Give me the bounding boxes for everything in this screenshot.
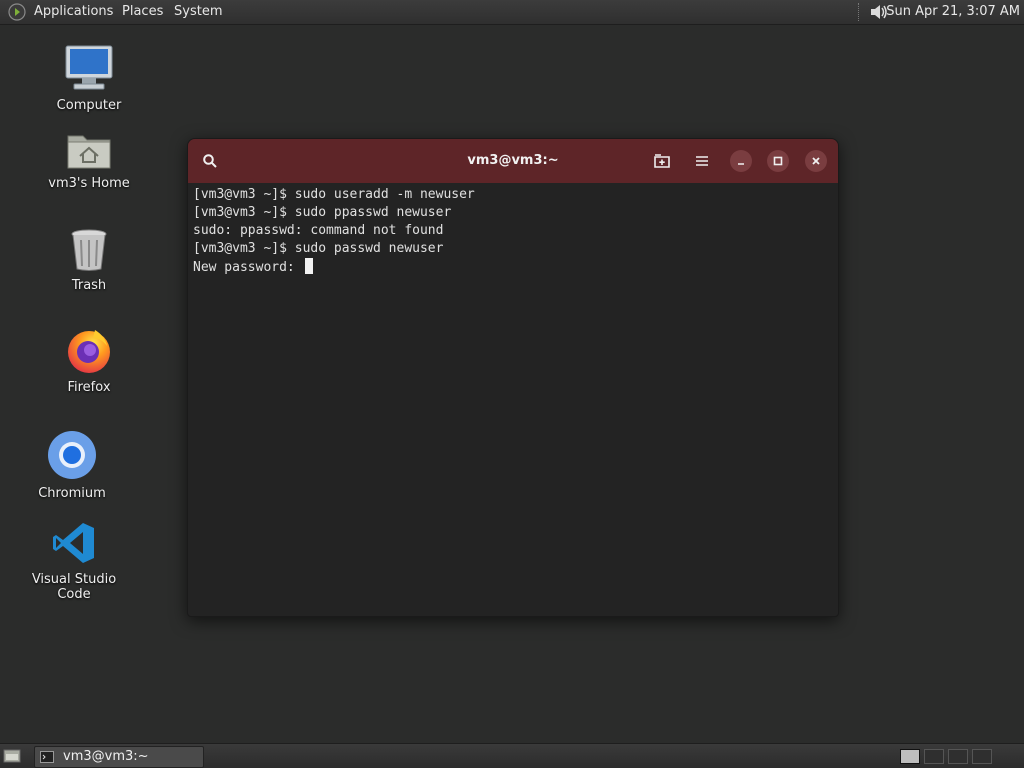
top-panel: Applications Places System Sun Apr 21, 3… xyxy=(0,0,1024,25)
terminal-line: sudo: ppasswd: command not found xyxy=(193,223,444,238)
terminal-window[interactable]: vm3@vm3:~ [vm3@vm3 ~]$ sudo useradd -m n… xyxy=(187,138,839,617)
workspace-4[interactable] xyxy=(972,749,992,764)
close-button[interactable] xyxy=(805,150,827,172)
applications-menu-icon[interactable] xyxy=(8,3,26,21)
terminal-line: [vm3@vm3 ~]$ sudo passwd newuser xyxy=(193,241,444,256)
desktop-icon-label: Computer xyxy=(56,98,122,113)
clock[interactable]: Sun Apr 21, 3:07 AM xyxy=(886,0,1020,24)
bottom-panel: vm3@vm3:~ xyxy=(0,743,1024,768)
new-tab-button[interactable] xyxy=(651,150,673,172)
desktop-icon-label: Firefox xyxy=(67,380,111,395)
workspace-2[interactable] xyxy=(924,749,944,764)
new-tab-icon xyxy=(654,154,670,168)
taskbar-item-label: vm3@vm3:~ xyxy=(63,749,149,764)
minimize-button[interactable] xyxy=(730,150,752,172)
places-menu[interactable]: Places xyxy=(122,0,163,24)
vscode-icon xyxy=(53,523,94,563)
desktop-icon-computer[interactable]: Computer xyxy=(29,44,149,113)
taskbar-item-terminal[interactable]: vm3@vm3:~ xyxy=(34,746,204,768)
maximize-icon xyxy=(773,156,783,166)
chromium-icon xyxy=(48,431,96,479)
password-prompt: New password: xyxy=(193,260,303,275)
terminal-line: [vm3@vm3 ~]$ sudo useradd -m newuser xyxy=(193,187,475,202)
terminal-cursor xyxy=(304,258,313,274)
terminal-headerbar[interactable]: vm3@vm3:~ xyxy=(188,139,838,183)
terminal-line: [vm3@vm3 ~]$ sudo ppasswd newuser xyxy=(193,205,452,220)
minimize-icon xyxy=(738,163,744,165)
desktop-icon-vscode[interactable]: Visual Studio Code xyxy=(14,520,134,602)
desktop-icon-label: vm3's Home xyxy=(48,176,130,191)
hamburger-menu-button[interactable] xyxy=(691,150,713,172)
hamburger-menu-icon xyxy=(696,156,708,166)
terminal-prompt-line[interactable]: New password: xyxy=(193,258,833,277)
desktop-icon-home[interactable]: vm3's Home xyxy=(29,128,149,191)
close-icon xyxy=(812,157,820,165)
desktop-icon-trash[interactable]: Trash xyxy=(29,228,149,293)
desktop-icon-firefox[interactable]: Firefox xyxy=(29,326,149,395)
computer-icon xyxy=(65,45,113,90)
workspace-3[interactable] xyxy=(948,749,968,764)
show-desktop-icon[interactable] xyxy=(3,748,21,764)
home-folder-icon xyxy=(67,135,111,169)
desktop-icon-chromium[interactable]: Chromium xyxy=(12,430,132,501)
terminal-icon xyxy=(40,751,54,763)
firefox-icon xyxy=(68,330,110,373)
maximize-button[interactable] xyxy=(767,150,789,172)
desktop-icon-label: Visual Studio Code xyxy=(31,572,117,602)
workspace-1[interactable] xyxy=(900,749,920,764)
desktop-icon-label: Trash xyxy=(71,278,107,293)
panel-separator xyxy=(858,3,860,21)
trash-icon xyxy=(71,229,107,271)
system-menu[interactable]: System xyxy=(174,0,222,24)
desktop-icon-label: Chromium xyxy=(38,486,106,501)
applications-menu[interactable]: Applications xyxy=(34,0,113,24)
terminal-output[interactable]: [vm3@vm3 ~]$ sudo useradd -m newuser [vm3… xyxy=(193,186,833,611)
